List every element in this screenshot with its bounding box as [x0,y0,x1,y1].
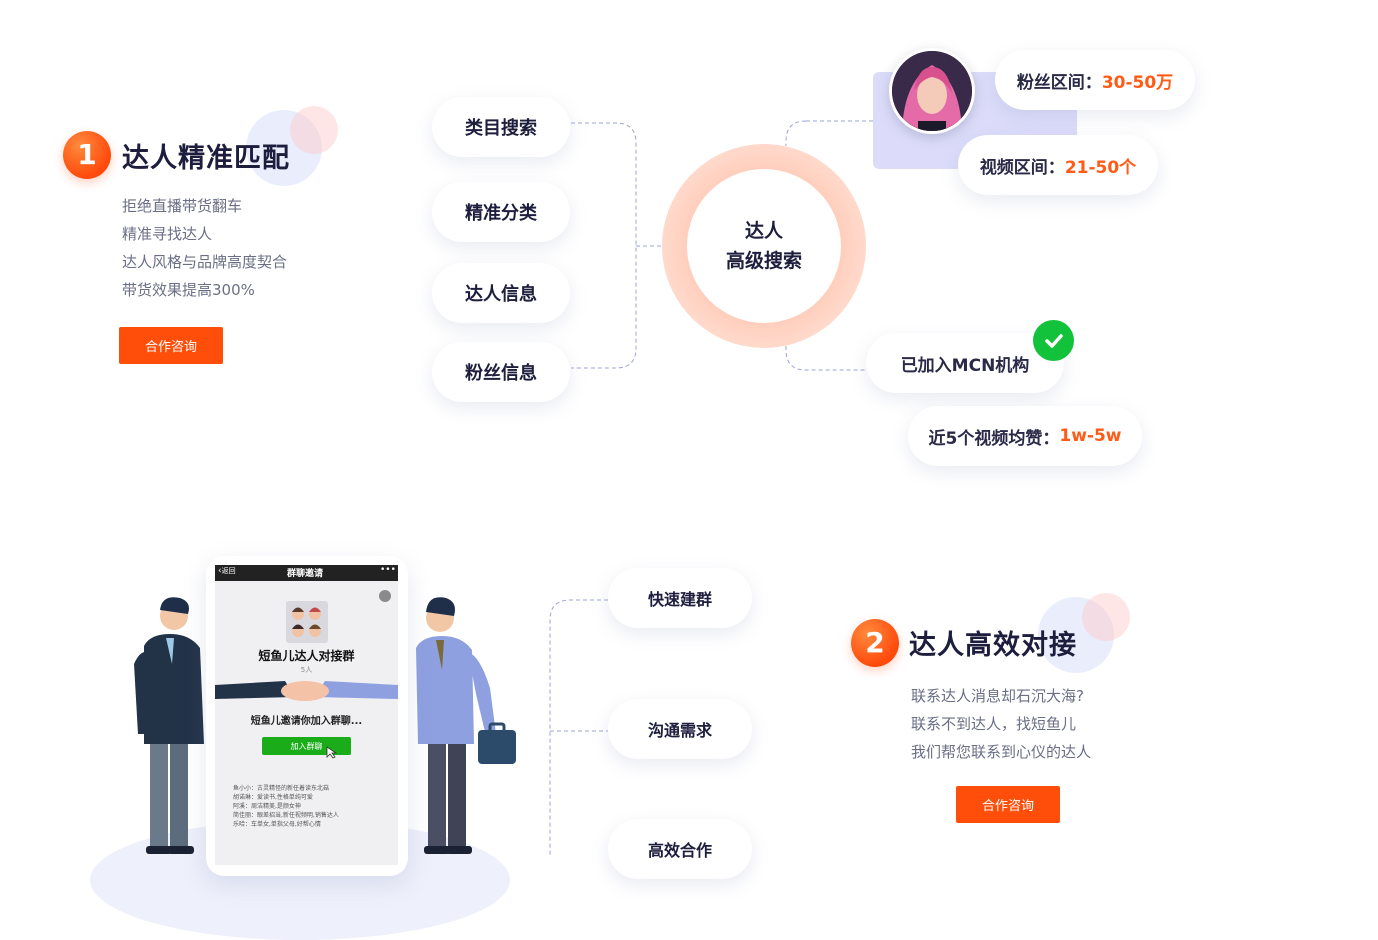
invite-text: 短鱼儿邀请你加入群聊... [250,716,363,727]
fans-range-label: 粉丝区间： [1016,72,1102,93]
consult-button[interactable]: 合作咨询 [956,786,1060,823]
decor-circle [1082,593,1130,641]
avg-likes-label: 近5个视频均赞： [928,428,1060,449]
more-icon[interactable]: ••• [380,565,396,575]
phone-screen-title: 群聊邀请 [287,569,324,579]
filter-pill-fans-info[interactable]: 粉丝信息 [432,342,570,402]
check-icon [1033,320,1074,361]
phone-screen: ‹返回 群聊邀请 ••• 短鱼儿达人对接群 5人 短鱼儿邀请你加入群聊... 加… [215,565,398,865]
fans-range-value: 30-50万 [1101,72,1174,93]
advanced-search-hub: 达人 高级搜索 [687,169,841,323]
group-name: 短鱼儿达人对接群 [258,649,355,663]
fans-range-pill: 粉丝区间： 30-50万 [995,50,1195,110]
video-range-value: 21-50个 [1064,157,1137,178]
mcn-label: 已加入MCN机构 [900,355,1030,376]
back-link[interactable]: ‹返回 [218,566,236,576]
businessman-right-illustration [416,597,516,854]
video-range-pill: 视频区间： 21-50个 [958,135,1158,195]
description-line: 联系不到达人，找短鱼儿 [911,715,1077,733]
cursor-icon [325,745,339,762]
step-number-badge: 2 [851,619,899,667]
member-line: 简佳丽：眼差招当,新任视频明,销售达人 [233,812,339,819]
video-range-label: 视频区间： [979,157,1065,178]
member-line: 乐哈：车单女,单指父母,好帮心情 [233,821,321,828]
flow-pill-cooperate[interactable]: 高效合作 [608,819,752,879]
businessman-left-illustration [134,597,204,854]
member-line: 胡诺琳：爱读书,性格单纯可爱 [233,794,313,801]
filter-pill-category[interactable]: 类目搜索 [432,97,570,157]
hub-line-1: 达人 [744,220,783,242]
flow-pill-communicate[interactable]: 沟通需求 [608,699,752,759]
hub-line-2: 高级搜索 [725,250,802,272]
avatar [889,48,975,134]
flow-pill-quick-group[interactable]: 快速建群 [608,568,752,628]
member-line: 鱼小小：古灵精怪的新任着读东北菇 [233,785,330,792]
member-line: 阿溪：周洁精美,是颜女神 [233,803,301,810]
avg-likes-value: 1w-5w [1059,426,1122,446]
filter-pill-classification[interactable]: 精准分类 [432,182,570,242]
avatar-icon [379,590,391,602]
phone-nav-bar: ‹返回 群聊邀请 ••• [215,565,398,581]
avg-likes-pill: 近5个视频均赞： 1w-5w [908,406,1142,466]
member-count: 5人 [300,666,313,674]
handshake-illustration [215,681,398,701]
description-line: 联系达人消息却石沉大海? [911,687,1084,705]
filter-pill-influencer-info[interactable]: 达人信息 [432,263,570,323]
group-avatar [286,601,328,643]
section-title: 达人高效对接 [909,630,1077,661]
description-line: 我们帮您联系到心仪的达人 [911,743,1092,761]
